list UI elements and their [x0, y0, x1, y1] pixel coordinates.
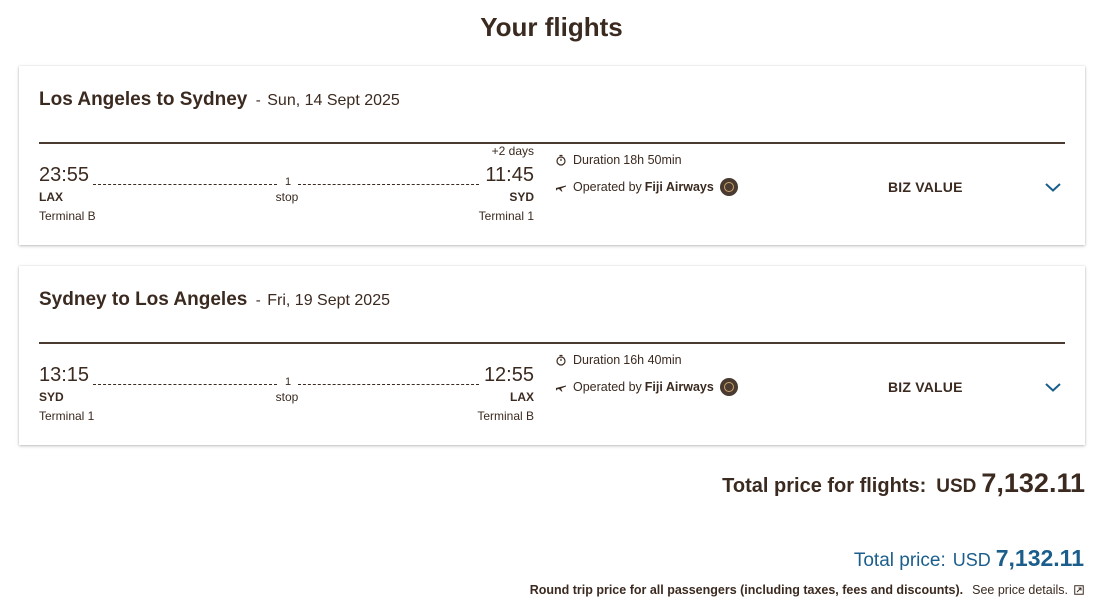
- stopwatch-icon: [556, 154, 566, 166]
- departure-time: 23:55: [39, 164, 90, 186]
- chevron-down-icon[interactable]: [1044, 181, 1062, 193]
- plane-icon: [556, 385, 566, 392]
- chevron-down-icon[interactable]: [1044, 381, 1062, 393]
- fare-class: BIZ VALUE: [888, 379, 963, 395]
- departure-terminal: Terminal 1: [39, 409, 95, 423]
- duration-label: Duration: [573, 153, 621, 167]
- divider: [39, 342, 1065, 344]
- flights-total-label: Total price for flights:: [722, 475, 927, 497]
- flight-date: Sun, 14 Sept 2025: [267, 92, 400, 109]
- flight-heading: Los Angeles to Sydney - Sun, 14 Sept 202…: [39, 89, 400, 111]
- flights-total-currency: USD: [936, 476, 977, 497]
- fiji-airways-logo: [719, 378, 738, 396]
- flight-date: Fri, 19 Sept 2025: [267, 292, 390, 309]
- operated-by-label: Operated by: [573, 380, 642, 394]
- total-price: Total price: USD 7,132.11: [854, 545, 1084, 572]
- flight-route: Los Angeles to Sydney: [39, 89, 248, 110]
- stopwatch-icon: [556, 354, 566, 366]
- duration-label: Duration: [573, 353, 621, 367]
- operator-row: Operated by Fiji Airways: [555, 178, 738, 196]
- duration-value: 18h 50min: [623, 153, 682, 167]
- price-note: Round trip price for all passengers (inc…: [529, 583, 964, 597]
- airline-name: Fiji Airways: [644, 380, 714, 394]
- arrival-terminal: Terminal B: [477, 409, 534, 423]
- operated-by-label: Operated by: [573, 180, 642, 194]
- stop-count: 1: [284, 376, 292, 388]
- total-price-currency: USD: [952, 550, 991, 570]
- total-price-label: Total price:: [853, 550, 946, 571]
- route-line-right: [298, 184, 479, 185]
- page-title: Your flights: [480, 12, 623, 42]
- total-price-amount: 7,132.11: [995, 545, 1084, 571]
- heading-separator: -: [255, 92, 261, 109]
- flight-card-outbound: Los Angeles to Sydney - Sun, 14 Sept 202…: [19, 66, 1085, 245]
- fare-class: BIZ VALUE: [888, 179, 963, 195]
- price-details-link[interactable]: See price details.: [972, 583, 1068, 597]
- airline-name: Fiji Airways: [644, 180, 714, 194]
- flight-card-return: Sydney to Los Angeles - Fri, 19 Sept 202…: [19, 266, 1085, 445]
- stop-label: stop: [275, 190, 299, 204]
- flight-heading: Sydney to Los Angeles - Fri, 19 Sept 202…: [39, 289, 390, 311]
- stop-label: stop: [275, 390, 299, 404]
- arrival-airport-code: SYD: [509, 190, 534, 204]
- route-line-right: [298, 384, 479, 385]
- duration-row: Duration 16h 40min: [555, 353, 682, 367]
- flights-total: Total price for flights: USD 7,132.11: [722, 468, 1085, 499]
- arrival-airport-code: LAX: [510, 390, 534, 404]
- arrival-time: 12:55: [483, 364, 534, 386]
- arrival-terminal: Terminal 1: [478, 209, 534, 223]
- arrival-time: 11:45: [485, 164, 534, 186]
- plane-icon: [556, 185, 566, 192]
- duration-value: 16h 40min: [623, 353, 682, 367]
- external-link-icon[interactable]: [1074, 585, 1084, 595]
- departure-terminal: Terminal B: [39, 209, 96, 223]
- route-line-left: [93, 384, 277, 385]
- stop-count: 1: [284, 176, 292, 188]
- fiji-airways-logo: [719, 178, 738, 196]
- departure-airport-code: SYD: [39, 390, 64, 404]
- route-line-left: [93, 184, 277, 185]
- flights-total-amount: 7,132.11: [981, 468, 1085, 498]
- operator-row: Operated by Fiji Airways: [555, 378, 738, 396]
- departure-time: 13:15: [39, 364, 90, 386]
- flight-route: Sydney to Los Angeles: [39, 289, 248, 310]
- divider: [39, 142, 1065, 144]
- heading-separator: -: [255, 292, 261, 309]
- price-footnote: Round trip price for all passengers (inc…: [530, 583, 1084, 597]
- plus-days-indicator: +2 days: [491, 144, 534, 158]
- departure-airport-code: LAX: [39, 190, 63, 204]
- duration-row: Duration 18h 50min: [555, 153, 682, 167]
